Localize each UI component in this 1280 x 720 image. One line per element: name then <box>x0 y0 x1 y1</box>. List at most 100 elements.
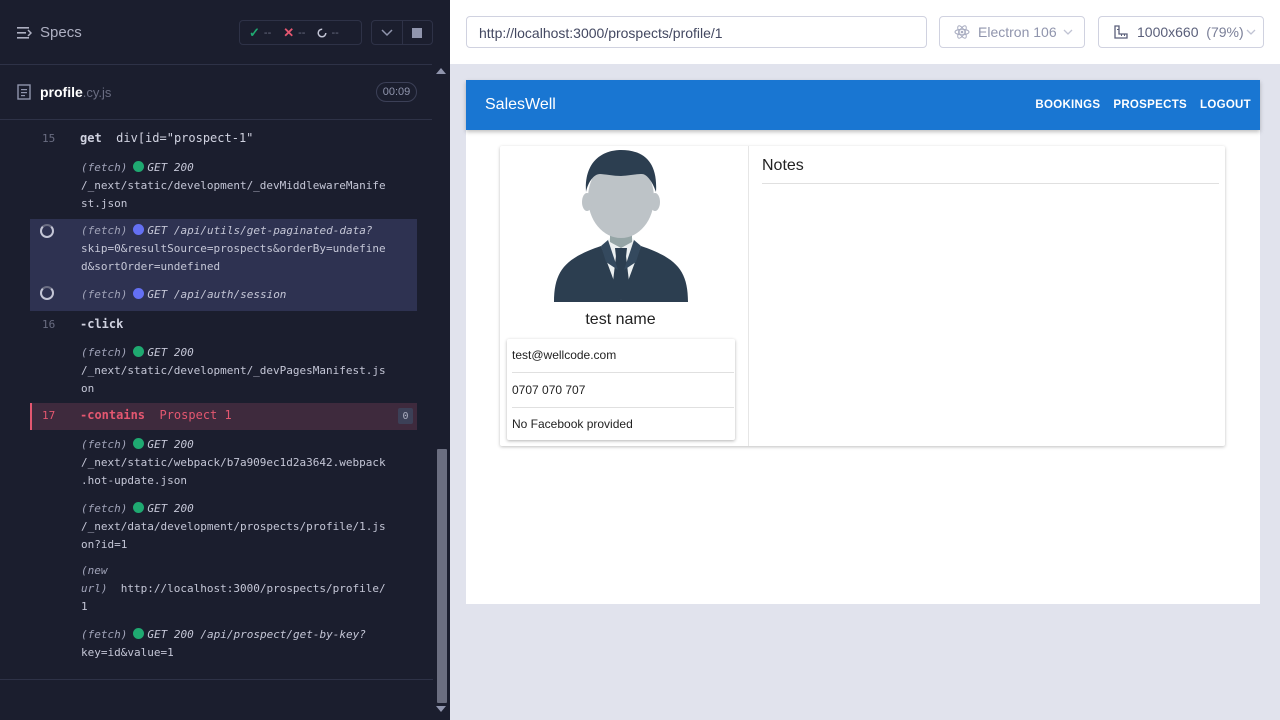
notes-divider <box>762 183 1219 184</box>
status-dot-icon <box>133 288 145 299</box>
contact-email[interactable]: test@wellcode.com <box>512 348 616 362</box>
command-number: 16 <box>42 318 56 331</box>
viewport-zoom: (79%) <box>1206 24 1244 40</box>
failed-count: -- <box>298 26 306 39</box>
log-url-2: 1 <box>81 600 88 613</box>
log-entry[interactable]: (fetch) GET 200 /_next/static/development… <box>30 341 417 403</box>
runner-controls <box>371 20 433 45</box>
command-row[interactable]: 15 get div[id="prospect-1" <box>30 121 417 157</box>
contact-facebook: No Facebook provided <box>512 417 633 431</box>
scroll-up-arrow-icon[interactable] <box>436 68 446 74</box>
browser-name: Electron 106 <box>978 24 1057 40</box>
log-prefix: (fetch) <box>81 628 128 641</box>
browser-selector[interactable]: Electron 106 <box>939 16 1085 48</box>
prospect-card: test name test@wellcode.com 0707 070 707… <box>500 146 1225 446</box>
log-method: GET /api/utils/get-paginated-data? <box>147 224 373 237</box>
cypress-runner-panel: Specs ✓ -- ✕ -- -- profile.cy.js 00:09 1… <box>0 0 450 720</box>
nav-links: BOOKINGS PROSPECTS LOGOUT <box>1022 80 1251 130</box>
contact-phone[interactable]: 0707 070 707 <box>512 383 585 397</box>
electron-icon <box>954 25 970 39</box>
status-dot-icon <box>133 628 145 639</box>
command-name-text: get <box>80 131 102 145</box>
spec-duration: 00:09 <box>376 82 417 102</box>
spec-file-basename: profile <box>40 84 83 100</box>
scroll-down-arrow-icon[interactable] <box>436 706 446 712</box>
log-entry[interactable]: (fetch) GET 200 /_next/data/development/p… <box>30 494 417 558</box>
log-entry[interactable]: (fetch) GET 200 /_next/static/development… <box>30 157 417 219</box>
spec-file-ext: .cy.js <box>82 85 112 100</box>
status-dot-icon <box>133 346 145 357</box>
nav-prospects[interactable]: PROSPECTS <box>1113 99 1187 111</box>
divider <box>512 407 734 408</box>
command-row-failed[interactable]: 17 -contains Prospect 1 0 <box>30 403 417 430</box>
log-method: GET 200 <box>147 346 194 359</box>
status-dot-icon <box>133 502 145 513</box>
log-prefix: (fetch) <box>81 346 128 359</box>
specs-menu-icon[interactable] <box>17 26 32 40</box>
command-name: get div[id="prospect-1" <box>80 131 253 145</box>
log-entry[interactable]: (fetch) GET 200 /api/prospect/get-by-key?… <box>30 622 417 666</box>
log-method: GET /api/auth/session <box>147 288 287 301</box>
log-method: GET 200 <box>147 502 194 515</box>
ruler-icon <box>1114 25 1128 39</box>
passed-count: -- <box>263 26 272 39</box>
log-line: /_next/static/development/_devMiddleware… <box>81 179 386 192</box>
log-line: .hot-update.json <box>81 474 187 487</box>
command-arg: div[id="prospect-1" <box>116 131 254 145</box>
stop-icon[interactable] <box>403 21 433 44</box>
log-prefix: (fetch) <box>81 161 128 174</box>
specs-label[interactable]: Specs <box>40 24 82 41</box>
log-entry[interactable]: (fetch) GET 200 /_next/static/webpack/b7a… <box>30 430 417 494</box>
command-number: 17 <box>42 409 56 422</box>
loading-spinner-icon <box>40 224 54 238</box>
command-row[interactable]: 16 -click <box>30 311 417 341</box>
command-arg: Prospect 1 <box>159 408 232 422</box>
log-line: /_next/data/development/prospects/profil… <box>81 520 386 533</box>
app-bar: SalesWell BOOKINGS PROSPECTS LOGOUT <box>466 80 1260 130</box>
log-url: http://localhost:3000/prospects/profile/ <box>120 582 386 595</box>
log-method: GET 200 <box>147 438 194 451</box>
prospect-name: test name <box>585 311 656 328</box>
command-name-text: -contains <box>80 408 146 422</box>
chevron-down-icon <box>1063 29 1073 35</box>
passed-check-icon: ✓ <box>249 24 260 40</box>
log-entry-pending[interactable]: (fetch) GET /api/utils/get-paginated-data… <box>30 219 417 311</box>
brand-logo[interactable]: SalesWell <box>485 96 556 114</box>
spec-file-row[interactable]: profile.cy.js 00:09 <box>0 66 432 120</box>
log-line: /_next/static/webpack/b7a909ec1d2a3642.w… <box>81 456 386 469</box>
nav-logout[interactable]: LOGOUT <box>1200 99 1251 111</box>
log-method: GET 200 <box>147 161 194 174</box>
url-bar[interactable]: http://localhost:3000/prospects/profile/… <box>466 16 927 48</box>
chevron-down-icon[interactable] <box>372 21 403 44</box>
app-under-test: SalesWell BOOKINGS PROSPECTS LOGOUT test… <box>466 80 1260 604</box>
spec-file-name: profile.cy.js <box>40 84 111 100</box>
log-prefix: (fetch) <box>81 224 128 237</box>
nav-bookings[interactable]: BOOKINGS <box>1035 99 1100 111</box>
scrollbar-thumb[interactable] <box>437 449 447 703</box>
pending-spinner-icon <box>317 27 328 38</box>
log-line: on?id=1 <box>81 538 128 551</box>
status-dot-icon <box>133 161 145 172</box>
specs-header: Specs ✓ -- ✕ -- -- <box>0 0 433 65</box>
log-line: d&sortOrder=undefined <box>81 260 221 273</box>
failed-x-icon: ✕ <box>283 24 295 40</box>
divider <box>512 372 734 373</box>
log-line: st.json <box>81 197 128 210</box>
log-line: skip=0&resultSource=prospects&orderBy=un… <box>81 242 386 255</box>
contact-list: test@wellcode.com 0707 070 707 No Facebo… <box>507 339 735 440</box>
profile-column: test name test@wellcode.com 0707 070 707… <box>500 146 749 446</box>
command-name: -contains Prospect 1 <box>80 408 232 422</box>
log-entry-new-url[interactable]: (new url) http://localhost:3000/prospect… <box>30 558 417 622</box>
viewport-selector[interactable]: 1000x660 (79%) <box>1098 16 1264 48</box>
command-log: 15 get div[id="prospect-1" (fetch) GET 20… <box>30 121 417 666</box>
divider <box>0 679 433 680</box>
notes-title: Notes <box>762 157 804 174</box>
log-prefix: (fetch) <box>81 288 128 301</box>
log-prefix: (fetch) <box>81 502 128 515</box>
chevron-down-icon <box>1246 29 1256 35</box>
aut-panel: http://localhost:3000/prospects/profile/… <box>450 0 1280 720</box>
pending-count: -- <box>331 26 339 39</box>
command-number: 15 <box>42 132 56 145</box>
aut-header: http://localhost:3000/prospects/profile/… <box>450 0 1280 64</box>
avatar <box>554 150 688 302</box>
